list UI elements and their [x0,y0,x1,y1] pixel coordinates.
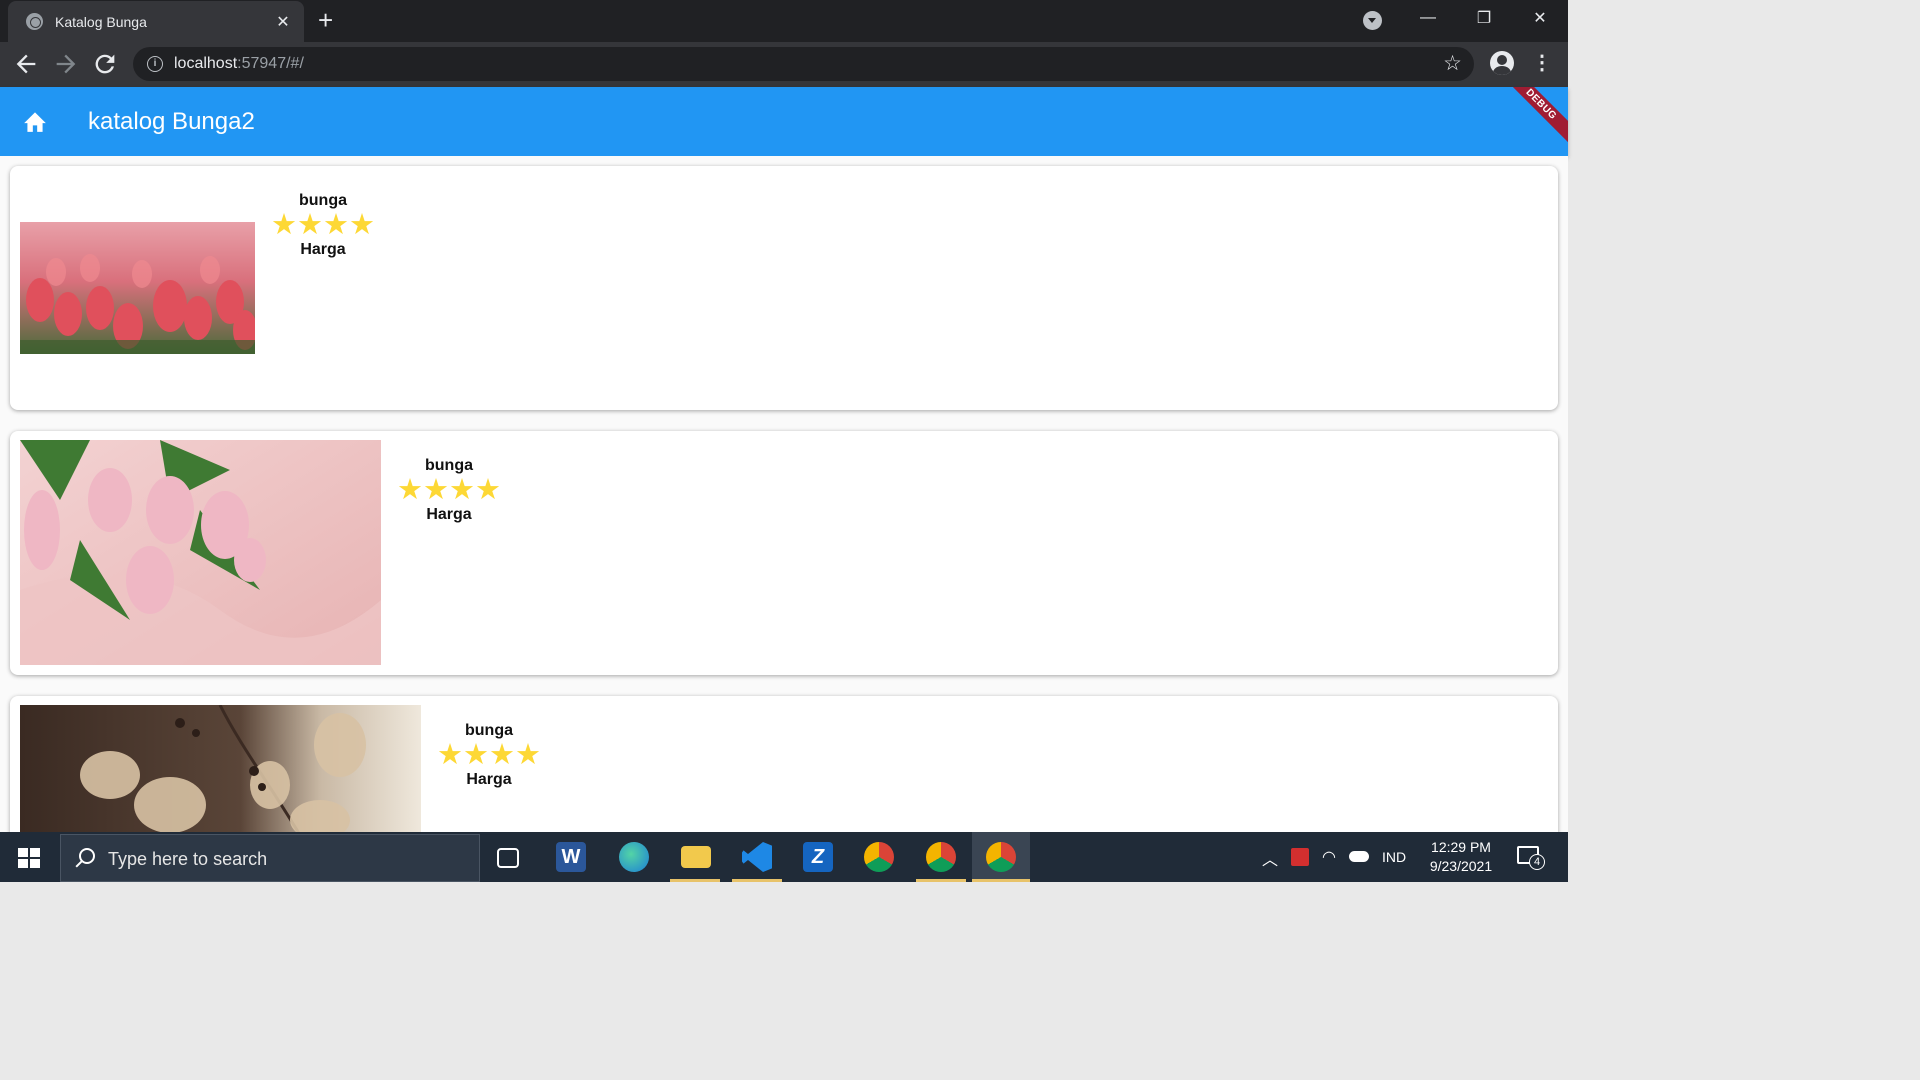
clock-date: 9/23/2021 [1429,858,1493,874]
rating-stars: ★★★★ [437,739,541,771]
windows-taskbar: Type here to search W Z ︿ ◠ IND 12:29 PM… [0,832,1568,882]
forward-arrow-icon[interactable] [52,50,80,78]
rating-stars: ★★★★ [271,209,375,241]
flower-price: Harga [300,241,346,258]
flower-name: bunga [465,722,513,739]
flower-price: Harga [426,506,472,523]
chrome-profile-icon[interactable] [926,842,956,872]
flower-name: bunga [299,192,347,209]
tab-search-icon[interactable] [1363,11,1382,30]
bookmark-star-icon[interactable]: ☆ [1443,51,1462,76]
list-item[interactable]: bunga ★★★★ Harga [10,696,1558,832]
flower-info: bunga ★★★★ Harga [429,722,549,789]
minimize-button[interactable]: — [1400,0,1456,36]
menu-kebab-icon[interactable]: ⋮ [1532,52,1552,74]
list-item[interactable]: bunga ★★★★ Harga [10,166,1558,410]
flower-list[interactable]: bunga ★★★★ Harga bunga ★★★★ Harga bunga … [0,156,1568,832]
tray-chevron-icon[interactable]: ︿ [1262,846,1278,870]
search-placeholder: Type here to search [108,849,268,869]
flower-image [20,222,255,354]
onedrive-cloud-icon[interactable] [1349,851,1369,862]
globe-icon [26,13,43,30]
windows-start-icon[interactable] [18,848,40,868]
restore-button[interactable]: ❐ [1456,0,1512,36]
vscode-icon[interactable] [742,842,772,872]
flower-name: bunga [425,457,473,474]
url-text: localhost:57947/#/ [174,55,304,72]
clock-time: 12:29 PM [1431,839,1491,855]
tab-title: Katalog Bunga [55,13,147,30]
explorer-active-indicator [670,879,720,882]
address-bar[interactable]: i localhost:57947/#/ ☆ [133,47,1474,81]
debug-banner: DEBUG [1496,87,1568,149]
info-icon[interactable]: i [147,56,163,72]
close-window-button[interactable]: ✕ [1512,0,1568,36]
flower-price: Harga [466,771,512,788]
browser-tab-strip: Katalog Bunga ✕ + — ❐ ✕ [0,0,1568,42]
notification-count: 4 [1529,854,1545,870]
browser-toolbar: i localhost:57947/#/ ☆ [0,42,1568,87]
new-tab-button[interactable]: + [318,6,333,34]
flower-image [20,705,421,832]
chrome-icon[interactable] [864,842,894,872]
chrome-active-tile[interactable] [972,832,1030,882]
home-icon[interactable] [22,109,48,133]
vscode-active-indicator [732,879,782,882]
acrobat-tray-icon[interactable] [1291,848,1309,866]
language-indicator[interactable]: IND [1382,849,1406,865]
task-view-icon[interactable] [497,848,519,868]
filezilla-icon[interactable]: Z [803,842,833,872]
back-arrow-icon[interactable] [12,50,40,78]
edge-icon[interactable] [619,842,649,872]
rating-stars: ★★★★ [397,474,501,506]
word-icon[interactable]: W [556,842,586,872]
clock[interactable]: 12:29 PM 9/23/2021 [1424,838,1498,876]
chrome-active-icon [986,842,1016,872]
flower-info: bunga ★★★★ Harga [389,457,509,524]
flower-image [20,440,381,665]
app-title: katalog Bunga2 [88,108,255,135]
tab-close-button[interactable]: ✕ [274,12,292,32]
app-bar: katalog Bunga2 DEBUG [0,87,1568,156]
flower-info: bunga ★★★★ Harga [263,192,383,259]
list-item[interactable]: bunga ★★★★ Harga [10,431,1558,675]
reload-icon[interactable] [91,50,119,78]
wifi-icon[interactable]: ◠ [1322,847,1336,867]
profile-avatar-icon[interactable] [1490,51,1514,75]
browser-tab[interactable]: Katalog Bunga ✕ [8,1,304,42]
taskbar-search-box[interactable]: Type here to search [60,834,480,882]
notification-center-icon[interactable]: 4 [1517,846,1545,870]
search-icon [79,848,95,864]
file-explorer-icon[interactable] [681,846,711,868]
chrome-profile-active-indicator [916,879,966,882]
